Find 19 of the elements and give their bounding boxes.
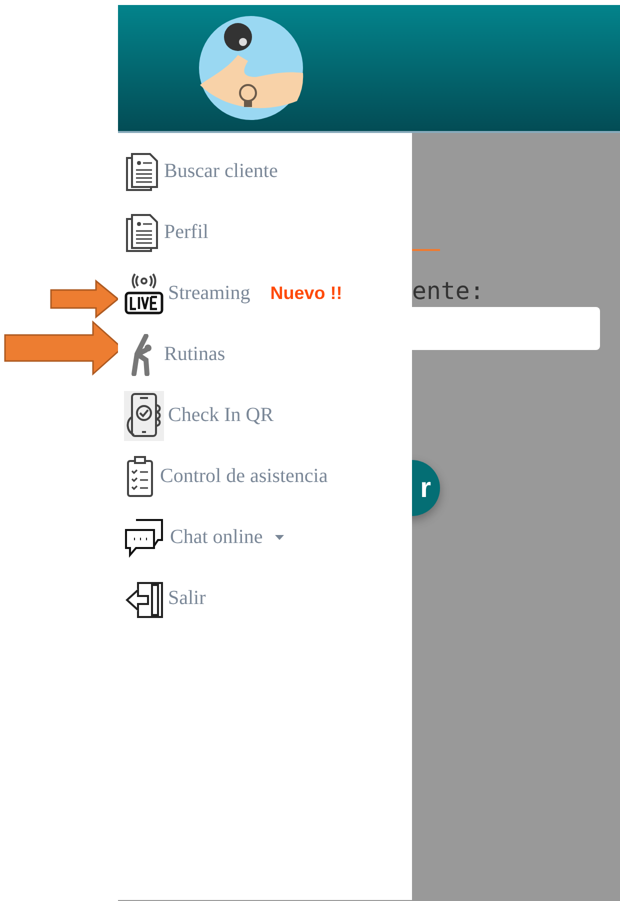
- menu-item[interactable]: Chat online: [124, 507, 412, 568]
- accent-line: [412, 249, 440, 251]
- menu-item[interactable]: Streaming Nuevo !!: [124, 263, 412, 324]
- menu-item[interactable]: Rutinas: [124, 324, 412, 385]
- menu-item[interactable]: Buscar cliente: [124, 141, 412, 202]
- input-field[interactable]: [412, 307, 600, 350]
- menu-item[interactable]: Salir: [124, 568, 412, 629]
- phone-check-icon: [124, 390, 164, 440]
- document-icon: [124, 212, 160, 252]
- live-stream-icon: [124, 272, 164, 314]
- document-icon: [124, 152, 160, 192]
- round-button[interactable]: r: [412, 460, 440, 516]
- menu-item[interactable]: Perfil: [124, 202, 412, 263]
- chat-bubbles-icon: [124, 518, 166, 558]
- menu-item[interactable]: Control de asistencia: [124, 446, 412, 507]
- field-label: ente:: [412, 277, 486, 305]
- clipboard-checklist-icon: [124, 456, 156, 498]
- new-label: Nuevo !!: [270, 283, 342, 304]
- menu-item[interactable]: Check In QR: [124, 385, 412, 446]
